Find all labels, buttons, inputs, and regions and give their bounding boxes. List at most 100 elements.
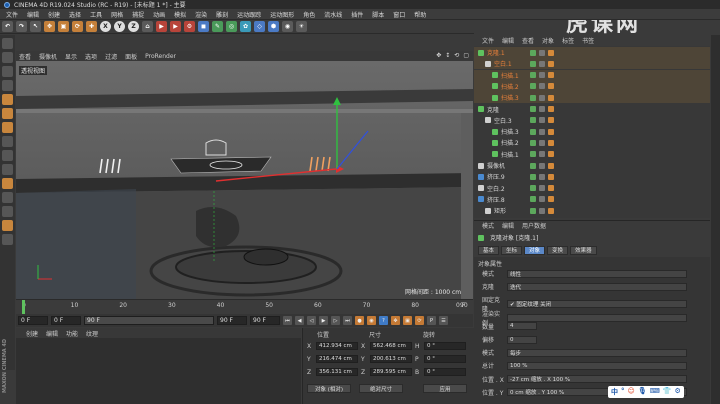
visibility-flag-icon[interactable] (548, 106, 554, 112)
menu-item[interactable]: 脚本 (372, 10, 384, 19)
prev-key-icon[interactable]: ◀ (295, 316, 304, 325)
object-menu-item[interactable]: 标签 (562, 36, 574, 45)
visibility-flag-icon[interactable] (530, 207, 536, 214)
coord-rotation-field[interactable]: 0 ° (424, 342, 466, 350)
lock-workplane-icon[interactable] (2, 192, 13, 203)
visibility-flag-icon[interactable] (548, 128, 554, 135)
brush-icon[interactable] (2, 234, 13, 245)
ime-item[interactable]: 🎙 (638, 387, 647, 397)
maximize-icon[interactable]: ▢ (463, 52, 469, 59)
attribute-menu-item[interactable]: 编辑 (502, 221, 514, 230)
visibility-flag-icon[interactable] (539, 94, 545, 101)
visibility-flag-icon[interactable] (548, 196, 554, 203)
light-icon[interactable]: ☀ (296, 21, 307, 32)
visibility-flag-icon[interactable] (530, 106, 536, 112)
attribute-value[interactable]: -27 cm 缩放 . X 100 % (507, 375, 687, 384)
menu-item[interactable]: 编辑 (27, 10, 39, 19)
visibility-flag-icon[interactable] (530, 72, 536, 79)
object-row[interactable]: 挤压.9 (474, 171, 710, 182)
timeline-menu-icon[interactable]: ☰ (439, 316, 448, 325)
visibility-flag-icon[interactable] (530, 139, 536, 146)
array-icon[interactable]: ✿ (240, 21, 251, 32)
rotate-icon[interactable]: ⟳ (72, 21, 83, 32)
object-row[interactable]: 克隆.1 (474, 47, 710, 58)
coord-size-field[interactable]: 289.595 cm (370, 368, 412, 376)
menu-item[interactable]: 运动图形 (270, 10, 294, 19)
visibility-flag-icon[interactable] (548, 60, 554, 67)
position-key-icon[interactable]: ✥ (391, 316, 400, 325)
viewport-menu-filter[interactable]: 过滤 (105, 52, 117, 61)
attribute-subtab[interactable]: 坐标 (501, 245, 523, 255)
viewport-menu-options[interactable]: 选项 (85, 52, 97, 61)
goto-end-icon[interactable]: ⏭ (343, 316, 352, 325)
playhead[interactable] (22, 300, 25, 314)
param-key-icon[interactable]: P (427, 316, 436, 325)
viewport-menu-display[interactable]: 显示 (65, 52, 77, 61)
scale-icon[interactable]: ▣ (58, 21, 69, 32)
autokey-icon[interactable]: ◉ (367, 316, 376, 325)
material-menu-create[interactable]: 创建 (26, 329, 38, 338)
object-row[interactable]: 空白.1 (474, 58, 710, 70)
ime-item[interactable]: ⌨ (650, 387, 660, 397)
object-row[interactable]: 扫描.1 (474, 69, 710, 81)
material-menu-texture[interactable]: 纹理 (86, 329, 98, 338)
menu-item[interactable]: 插件 (351, 10, 363, 19)
spline-pen-icon[interactable]: ✎ (212, 21, 223, 32)
visibility-flag-icon[interactable] (548, 207, 554, 214)
next-key-icon[interactable]: ▷ (331, 316, 340, 325)
visibility-flag-icon[interactable] (539, 185, 545, 192)
object-menu-item[interactable]: 编辑 (502, 36, 514, 45)
render-picture-viewer-icon[interactable]: ▶ (170, 21, 181, 32)
scale-key-icon[interactable]: ▣ (403, 316, 412, 325)
menu-item[interactable]: 动画 (153, 10, 165, 19)
magnet-icon[interactable] (2, 220, 13, 231)
object-row[interactable]: 扫描.3 (474, 92, 710, 104)
visibility-flag-icon[interactable] (530, 60, 536, 67)
tweak-icon[interactable] (2, 150, 13, 161)
record-icon[interactable]: ● (355, 316, 364, 325)
attribute-value[interactable]: 线性 (507, 269, 687, 278)
viewport-menu-prorender[interactable]: ProRender (145, 53, 176, 60)
ime-item[interactable]: 👕 (663, 387, 672, 397)
material-menu-edit[interactable]: 编辑 (46, 329, 58, 338)
end-frame-field[interactable]: 90 F (217, 316, 247, 325)
viewport-menu-view[interactable]: 查看 (19, 52, 31, 61)
scene-icon[interactable]: ⬢ (268, 21, 279, 32)
max-frame-field[interactable]: 90 F (250, 316, 280, 325)
object-menu-item[interactable]: 文件 (482, 36, 494, 45)
visibility-flag-icon[interactable] (530, 94, 536, 101)
visibility-flag-icon[interactable] (539, 49, 545, 56)
visibility-flag-icon[interactable] (530, 173, 536, 180)
object-row[interactable]: 扫描.3 (474, 126, 710, 137)
coordinate-system-icon[interactable]: ⌂ (142, 21, 153, 32)
visibility-flag-icon[interactable] (539, 83, 545, 90)
material-manager[interactable] (16, 338, 301, 404)
coord-rotation-field[interactable]: 0 ° (424, 355, 466, 363)
timeline-ruler[interactable]: 01020304050607080900 F (16, 299, 473, 314)
cube-icon[interactable]: ◼ (198, 21, 209, 32)
rotation-key-icon[interactable]: ⟳ (415, 316, 424, 325)
visibility-flag-icon[interactable] (539, 128, 545, 135)
orbit-icon[interactable]: ⟲ (454, 52, 459, 59)
material-menu-function[interactable]: 功能 (66, 329, 78, 338)
solo-icon[interactable] (2, 206, 13, 217)
coord-size-field[interactable]: 200.613 cm (370, 355, 412, 363)
menu-item[interactable]: 捕捉 (132, 10, 144, 19)
visibility-flag-icon[interactable] (539, 207, 545, 214)
coord-size-field[interactable]: 562.468 cm (370, 342, 412, 350)
visibility-flag-icon[interactable] (548, 162, 554, 169)
coord-rotation-field[interactable]: 0 ° (424, 368, 466, 376)
attribute-subtab[interactable]: 效果器 (570, 245, 597, 255)
coord-position-field[interactable]: 216.474 cm (316, 355, 358, 363)
visibility-flag-icon[interactable] (539, 139, 545, 146)
render-view-icon[interactable]: ▶ (156, 21, 167, 32)
attribute-subtab[interactable]: 对象 (524, 245, 546, 255)
keyframe-selection-icon[interactable]: ? (379, 316, 388, 325)
deformer-icon[interactable]: ◇ (254, 21, 265, 32)
snap-icon[interactable] (2, 164, 13, 175)
menu-item[interactable]: 模拟 (174, 10, 186, 19)
menu-item[interactable]: 网格 (111, 10, 123, 19)
axis-x-button[interactable]: X (100, 21, 111, 32)
visibility-flag-icon[interactable] (548, 173, 554, 180)
visibility-flag-icon[interactable] (530, 185, 536, 192)
